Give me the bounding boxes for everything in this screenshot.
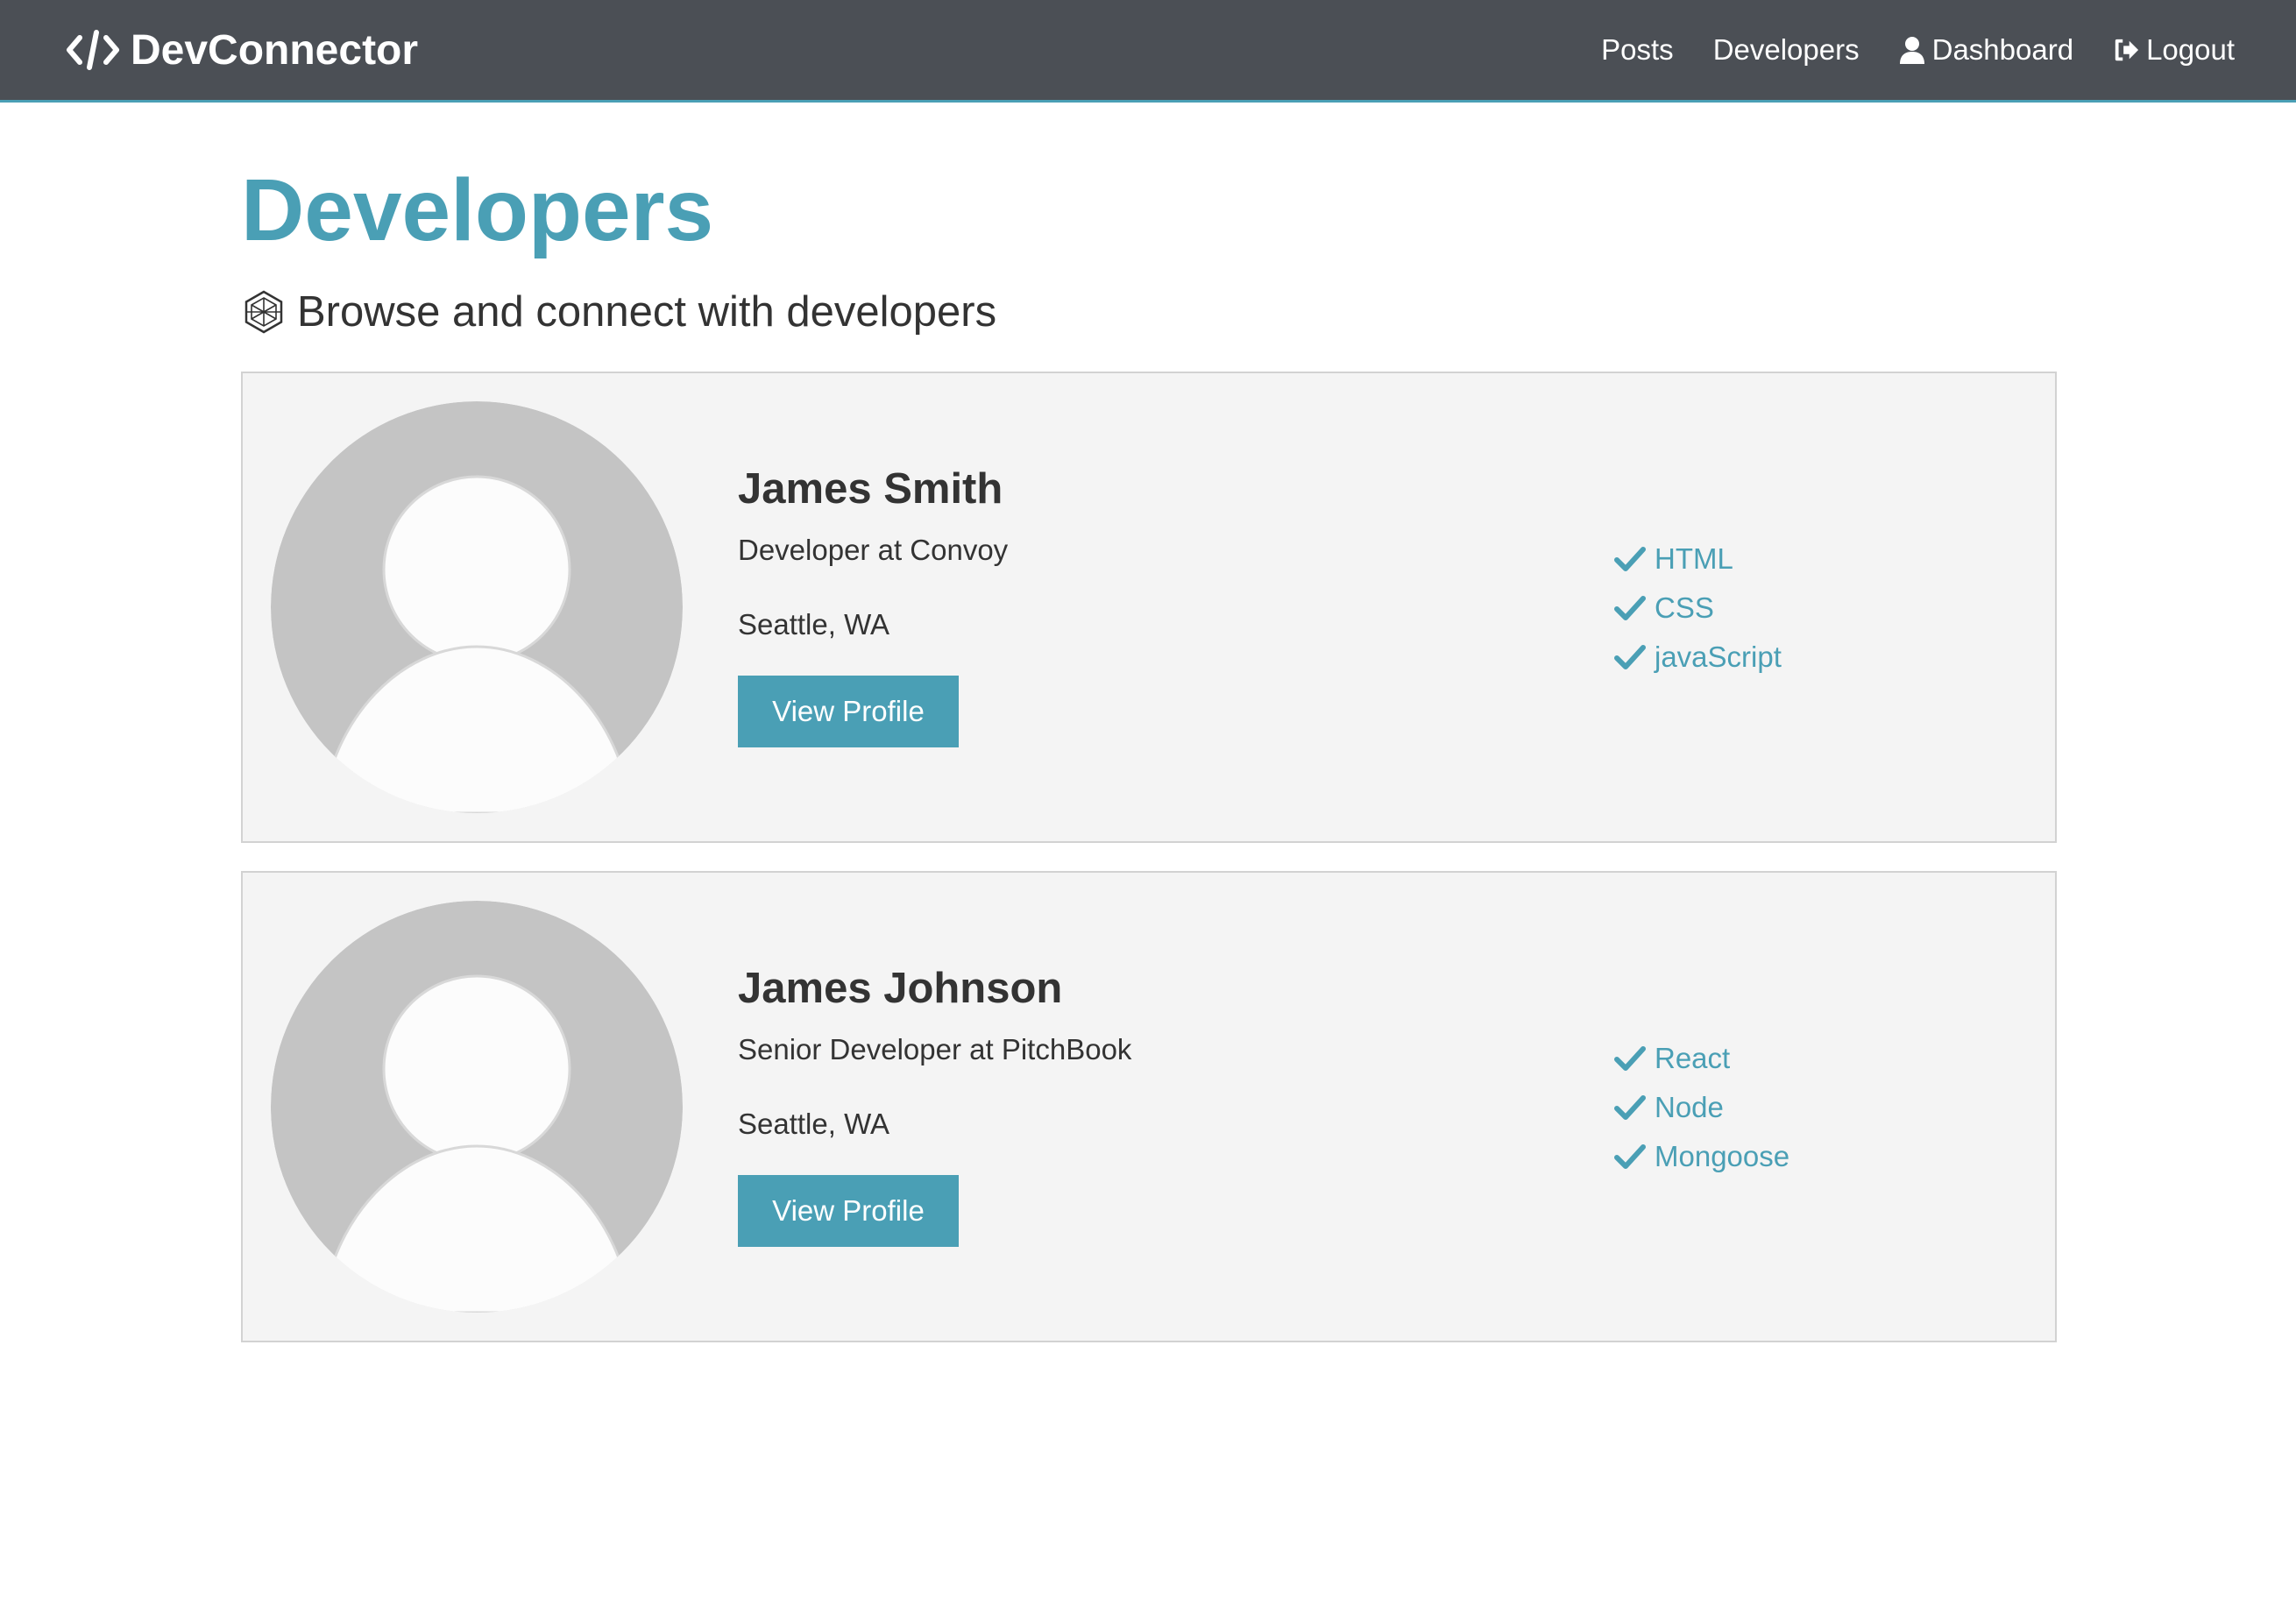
connect-develop-icon	[241, 289, 287, 335]
skill-label: Mongoose	[1655, 1140, 1790, 1172]
view-profile-button[interactable]: View Profile	[738, 1175, 959, 1247]
page-lead-text: Browse and connect with developers	[297, 287, 997, 336]
nav-link-dashboard[interactable]: Dashboard	[1899, 33, 2073, 67]
check-icon	[1614, 1143, 1646, 1170]
profile-status: Senior Developer at PitchBook	[738, 1033, 1132, 1065]
profile-status: Developer at Convoy	[738, 534, 1009, 566]
view-profile-button[interactable]: View Profile	[738, 676, 959, 747]
page-lead: Browse and connect with developers	[241, 289, 2057, 335]
check-icon	[1614, 644, 1646, 670]
skills-list: HTML CSS javaScript	[1614, 534, 1782, 682]
skill-label: CSS	[1655, 591, 1714, 624]
nav-link-label: Developers	[1712, 33, 1860, 66]
brand-name: DevConnector	[131, 26, 419, 74]
check-icon	[1614, 595, 1646, 621]
check-icon	[1614, 1094, 1646, 1121]
navbar: DevConnector Posts Developers Dashboard	[0, 0, 2296, 103]
page-title: Developers	[241, 161, 714, 259]
nav-link-developers[interactable]: Developers	[1713, 33, 1860, 67]
nav-link-label: Dashboard	[1931, 33, 2074, 66]
nav-link-label: Posts	[1601, 33, 1674, 66]
profile-info: James Johnson Senior Developer at PitchB…	[738, 967, 1131, 1247]
skill-label: Node	[1655, 1091, 1724, 1123]
avatar	[271, 901, 683, 1313]
skill-item: javaScript	[1614, 633, 1782, 682]
brand-link[interactable]: DevConnector	[66, 26, 418, 74]
skill-item: Mongoose	[1614, 1132, 1789, 1181]
skill-label: HTML	[1655, 542, 1733, 575]
profile-info: James Smith Developer at Convoy Seattle,…	[738, 468, 1008, 747]
profile-name: James Johnson	[738, 965, 1063, 1012]
skills-list: React Node Mongoose	[1614, 1034, 1789, 1181]
profile-card: James Smith Developer at Convoy Seattle,…	[241, 372, 2057, 843]
nav-link-posts[interactable]: Posts	[1601, 33, 1674, 67]
code-icon	[66, 29, 120, 71]
profile-name: James Smith	[738, 465, 1003, 513]
main-content: Developers Browse and connect with devel…	[241, 103, 2057, 1370]
sign-out-icon	[2113, 36, 2139, 64]
skill-label: javaScript	[1655, 641, 1782, 673]
check-icon	[1614, 546, 1646, 572]
skill-item: Node	[1614, 1083, 1789, 1132]
skill-item: HTML	[1614, 534, 1782, 584]
nav-links: Posts Developers Dashboard Logout	[1562, 33, 2235, 67]
nav-link-label: Logout	[2146, 33, 2235, 66]
skill-item: React	[1614, 1034, 1789, 1083]
user-icon	[1899, 36, 1925, 64]
check-icon	[1614, 1045, 1646, 1072]
profile-location: Seattle, WA	[738, 608, 890, 641]
skill-label: React	[1655, 1042, 1731, 1074]
skill-item: CSS	[1614, 584, 1782, 633]
profiles-list: James Smith Developer at Convoy Seattle,…	[241, 372, 2057, 1342]
avatar	[271, 401, 683, 813]
profile-card: James Johnson Senior Developer at PitchB…	[241, 871, 2057, 1342]
nav-link-logout[interactable]: Logout	[2113, 33, 2235, 67]
profile-location: Seattle, WA	[738, 1108, 890, 1140]
